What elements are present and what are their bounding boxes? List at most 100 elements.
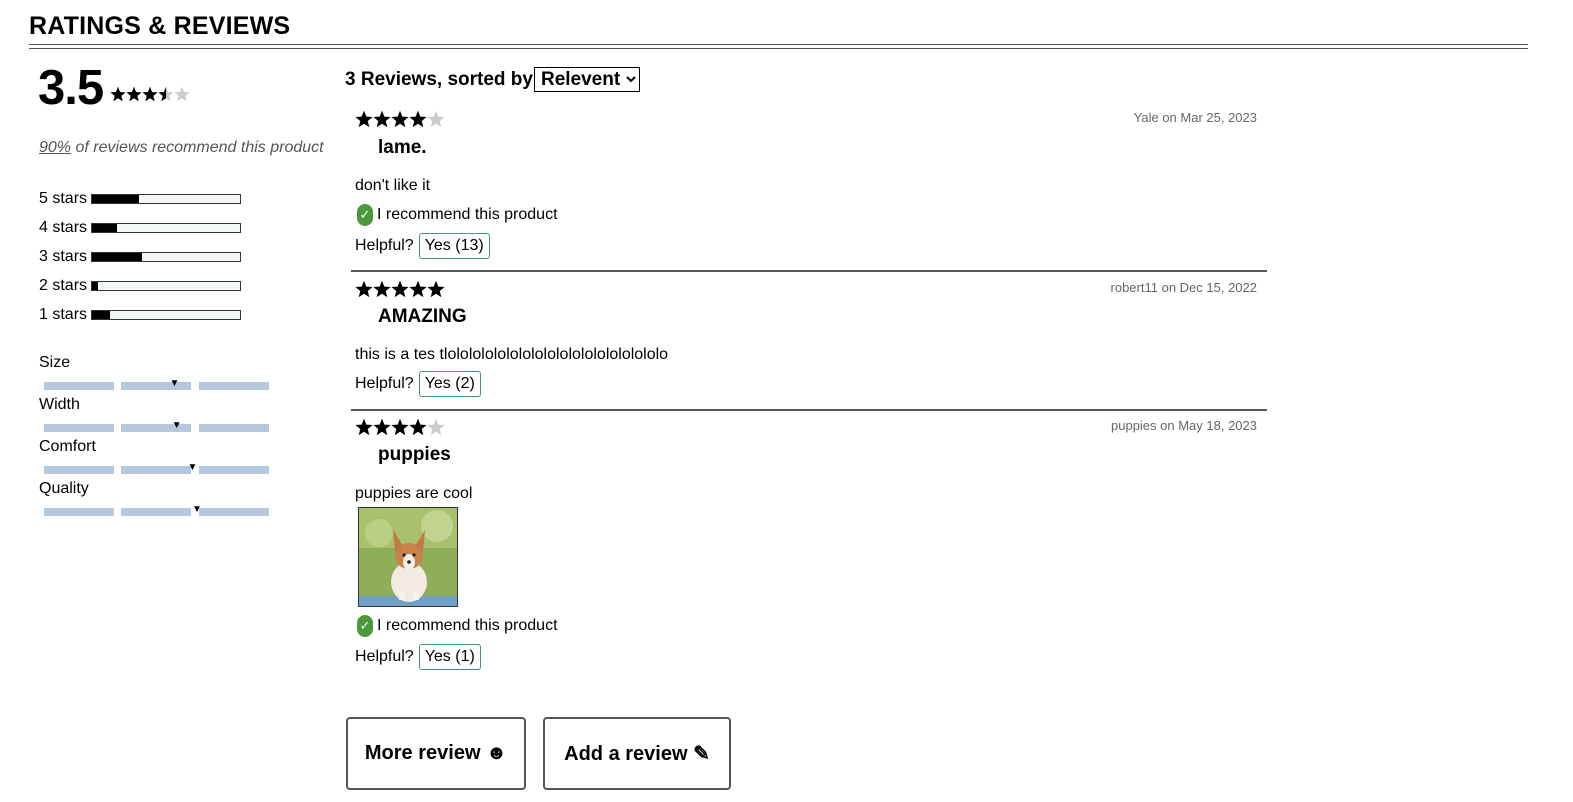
helpful-yes-button[interactable]: Yes (1)	[418, 644, 481, 670]
star-icon	[391, 110, 409, 128]
review-stars	[355, 418, 445, 436]
characteristic-label: Quality	[39, 480, 89, 497]
review-title: puppies	[378, 444, 451, 465]
section-title: RATINGS & REVIEWS	[29, 12, 291, 40]
breakdown-label: 5 stars	[39, 190, 88, 207]
breakdown-bar	[91, 252, 241, 262]
review-stars	[355, 110, 445, 128]
breakdown-bar	[91, 223, 241, 233]
characteristic-quality: Quality ▼	[39, 480, 279, 516]
breakdown-label: 2 stars	[39, 277, 88, 294]
star-icon	[126, 86, 142, 102]
star-icon	[391, 418, 409, 436]
helpful-label: Helpful?	[355, 375, 414, 392]
breakdown-fill	[92, 224, 118, 232]
review-author-date: puppies on May 18, 2023	[1111, 418, 1257, 433]
review-author-date: robert11 on Dec 15, 2022	[1110, 280, 1257, 295]
breakdown-row-4[interactable]: 4 stars	[39, 218, 241, 238]
breakdown-label: 4 stars	[39, 219, 88, 236]
review-recommend: ✓ I recommend this product	[357, 204, 558, 226]
track-segment	[121, 466, 191, 474]
star-icon	[409, 110, 427, 128]
review-stars	[355, 280, 445, 298]
characteristic-label: Comfort	[39, 438, 96, 455]
reviews-heading: 3 Reviews, sorted by Relevent	[345, 67, 640, 92]
breakdown-row-1[interactable]: 1 stars	[39, 305, 241, 325]
star-icon	[427, 280, 445, 298]
star-icon	[427, 418, 445, 436]
track-segment	[199, 424, 269, 432]
review-body: don't like it	[355, 177, 431, 194]
breakdown-label: 3 stars	[39, 248, 88, 265]
track-segment	[121, 382, 191, 390]
review-title: AMAZING	[378, 306, 467, 327]
marker-triangle-icon: ▼	[192, 504, 202, 515]
recommend-label: I recommend this product	[377, 206, 558, 223]
star-icon	[142, 86, 158, 102]
characteristic-size: Size ▼	[39, 354, 279, 390]
characteristic-width: Width ▼	[39, 396, 279, 432]
review-tile: robert11 on Dec 15, 2022 AMAZING this is…	[351, 280, 1267, 411]
star-icon	[355, 418, 373, 436]
recommend-percent-value: 90%	[39, 139, 72, 156]
track-segment	[199, 466, 269, 474]
review-tile: puppies on May 18, 2023 puppies puppies …	[351, 418, 1267, 678]
helpful-yes-button[interactable]: Yes (2)	[418, 371, 481, 397]
star-icon	[373, 280, 391, 298]
characteristic-track: ▼	[39, 463, 279, 474]
breakdown-row-3[interactable]: 3 stars	[39, 247, 241, 267]
star-icon	[355, 110, 373, 128]
track-segment	[121, 508, 191, 516]
breakdown-label: 1 stars	[39, 306, 88, 323]
star-icon	[355, 280, 373, 298]
breakdown-row-5[interactable]: 5 stars	[39, 189, 241, 209]
star-icon	[409, 280, 427, 298]
marker-triangle-icon: ▼	[171, 420, 182, 431]
characteristic-track: ▼	[39, 378, 279, 390]
star-icon	[391, 280, 409, 298]
track-segment	[199, 508, 269, 516]
checkmark-icon: ✓	[357, 615, 373, 637]
review-photo[interactable]	[358, 507, 458, 607]
characteristic-comfort: Comfort ▼	[39, 438, 279, 474]
recommend-percentage: 90% of reviews recommend this product	[39, 139, 324, 157]
breakdown-fill	[92, 195, 140, 203]
reviews-count-label: 3 Reviews, sorted by	[345, 68, 533, 90]
title-divider	[29, 44, 1528, 49]
review-helpful: Helpful? Yes (1)	[355, 644, 481, 670]
sort-select[interactable]: Relevent	[533, 67, 640, 92]
characteristic-track: ▼	[39, 504, 279, 516]
breakdown-bar	[91, 194, 241, 204]
review-body: this is a tes tlolololololololololololol…	[355, 346, 669, 363]
recommend-label: I recommend this product	[377, 617, 558, 634]
add-review-button[interactable]: Add a review ✎	[543, 717, 731, 790]
characteristic-track: ▼	[39, 420, 279, 432]
more-reviews-button[interactable]: More review ☻	[346, 717, 526, 790]
star-icon	[427, 110, 445, 128]
characteristic-label: Width	[39, 396, 80, 413]
breakdown-fill	[92, 253, 143, 261]
review-author-date: Yale on Mar 25, 2023	[1133, 110, 1257, 125]
helpful-label: Helpful?	[355, 237, 414, 254]
breakdown-bar	[91, 281, 241, 291]
average-rating: 3.5	[38, 61, 104, 115]
breakdown-row-2[interactable]: 2 stars	[39, 276, 241, 296]
helpful-yes-button[interactable]: Yes (13)	[418, 233, 490, 259]
puppy-photo-icon	[359, 508, 457, 606]
star-icon	[373, 418, 391, 436]
review-helpful: Helpful? Yes (2)	[355, 371, 481, 397]
average-stars	[110, 86, 190, 102]
track-segment	[44, 382, 114, 390]
star-icon	[158, 86, 174, 102]
star-icon	[110, 86, 126, 102]
review-recommend: ✓ I recommend this product	[357, 615, 558, 637]
characteristic-label: Size	[39, 354, 71, 371]
star-icon	[174, 86, 190, 102]
track-segment	[44, 424, 114, 432]
track-segment	[44, 508, 114, 516]
marker-triangle-icon: ▼	[169, 378, 180, 389]
checkmark-icon: ✓	[357, 204, 373, 226]
review-body: puppies are cool	[355, 485, 473, 502]
review-helpful: Helpful? Yes (13)	[355, 233, 490, 259]
recommend-text: of reviews recommend this product	[71, 139, 324, 156]
